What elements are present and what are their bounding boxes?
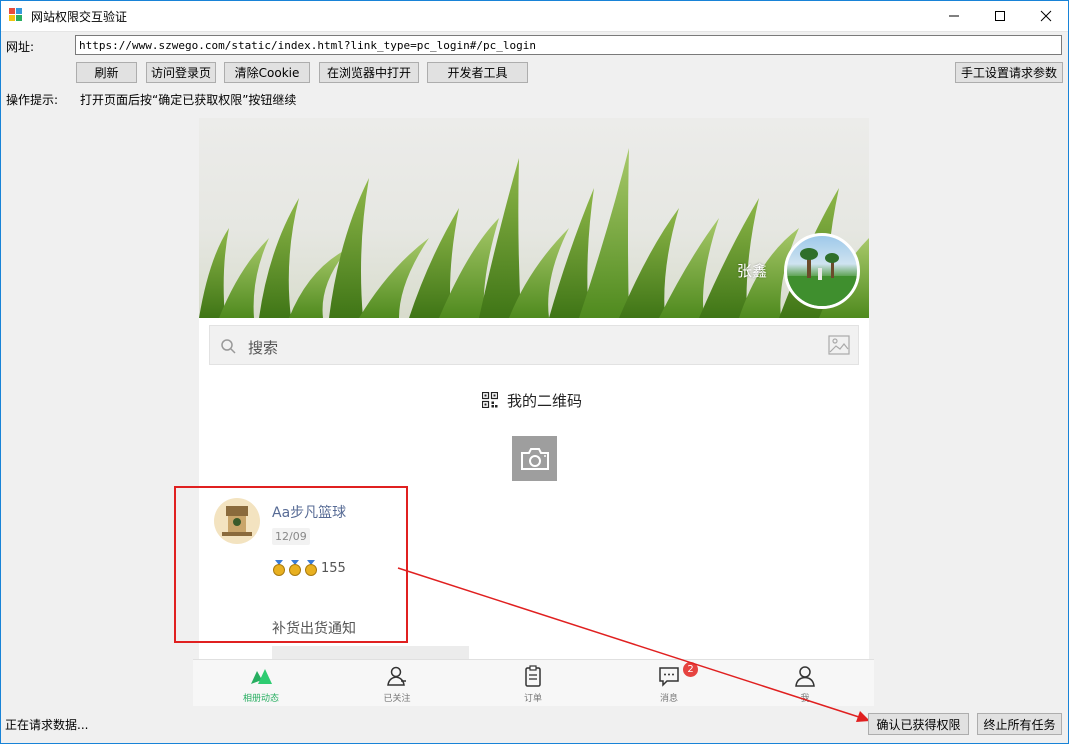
search-icon	[221, 339, 236, 354]
open-browser-button[interactable]: 在浏览器中打开	[319, 62, 419, 83]
camera-icon	[520, 447, 549, 470]
tab-label: 我	[800, 694, 810, 704]
qr-code-label: 我的二维码	[507, 391, 583, 410]
my-qr-code[interactable]: 我的二维码	[482, 388, 582, 412]
search-placeholder: 搜索	[248, 339, 279, 357]
app-icon	[9, 8, 23, 22]
bottom-tab-bar: 相册动态 已关注 订单 2 消息 我	[193, 659, 874, 706]
tab-orders[interactable]: 订单	[465, 660, 601, 707]
tab-following[interactable]: 已关注	[329, 660, 465, 707]
manual-params-button[interactable]: 手工设置请求参数	[955, 62, 1063, 83]
window-title: 网站权限交互验证	[31, 10, 128, 24]
album-icon	[251, 669, 272, 684]
maximize-button[interactable]	[977, 0, 1023, 31]
avatar-photo-icon	[787, 248, 857, 306]
maximize-icon	[995, 10, 1005, 21]
stop-all-tasks-button[interactable]: 终止所有任务	[977, 713, 1062, 735]
tab-label: 相册动态	[242, 694, 279, 704]
refresh-button[interactable]: 刷新	[76, 62, 137, 83]
annotation-highlight-box	[174, 486, 408, 643]
confirm-permission-button[interactable]: 确认已获得权限	[868, 713, 969, 735]
tab-messages[interactable]: 2 消息	[601, 660, 737, 707]
tab-label: 订单	[523, 694, 542, 704]
url-input[interactable]	[75, 35, 1062, 55]
tab-me[interactable]: 我	[737, 660, 873, 707]
dev-tools-button[interactable]: 开发者工具	[427, 62, 528, 83]
banner-image: 张鑫	[199, 118, 869, 318]
username: 张鑫	[737, 262, 768, 280]
status-text: 正在请求数据...	[5, 718, 89, 732]
close-icon	[1040, 10, 1052, 21]
clear-cookie-button[interactable]: 清除Cookie	[224, 62, 310, 83]
clipboard-icon	[525, 665, 541, 687]
unread-badge: 2	[683, 662, 698, 677]
visit-login-button[interactable]: 访问登录页	[146, 62, 216, 83]
hint-text: 打开页面后按“确定已获取权限”按钮继续	[80, 93, 297, 107]
image-search-icon[interactable]	[828, 335, 850, 355]
title-bar: 网站权限交互验证	[0, 0, 1069, 32]
tab-album[interactable]: 相册动态	[193, 660, 329, 707]
follow-icon	[387, 666, 406, 686]
grass-illustration	[199, 148, 869, 318]
profile-avatar[interactable]	[784, 233, 860, 309]
address-label: 网址:	[6, 40, 35, 54]
qr-code-icon	[482, 392, 498, 408]
person-icon	[795, 666, 815, 687]
tab-label: 已关注	[383, 694, 411, 704]
message-icon	[659, 667, 679, 687]
camera-button[interactable]	[512, 436, 557, 481]
hint-label: 操作提示:	[6, 93, 59, 107]
minimize-icon	[949, 15, 959, 16]
search-bar[interactable]: 搜索	[209, 325, 859, 365]
minimize-button[interactable]	[931, 0, 977, 31]
tab-label: 消息	[659, 694, 678, 704]
close-button[interactable]	[1023, 0, 1069, 31]
